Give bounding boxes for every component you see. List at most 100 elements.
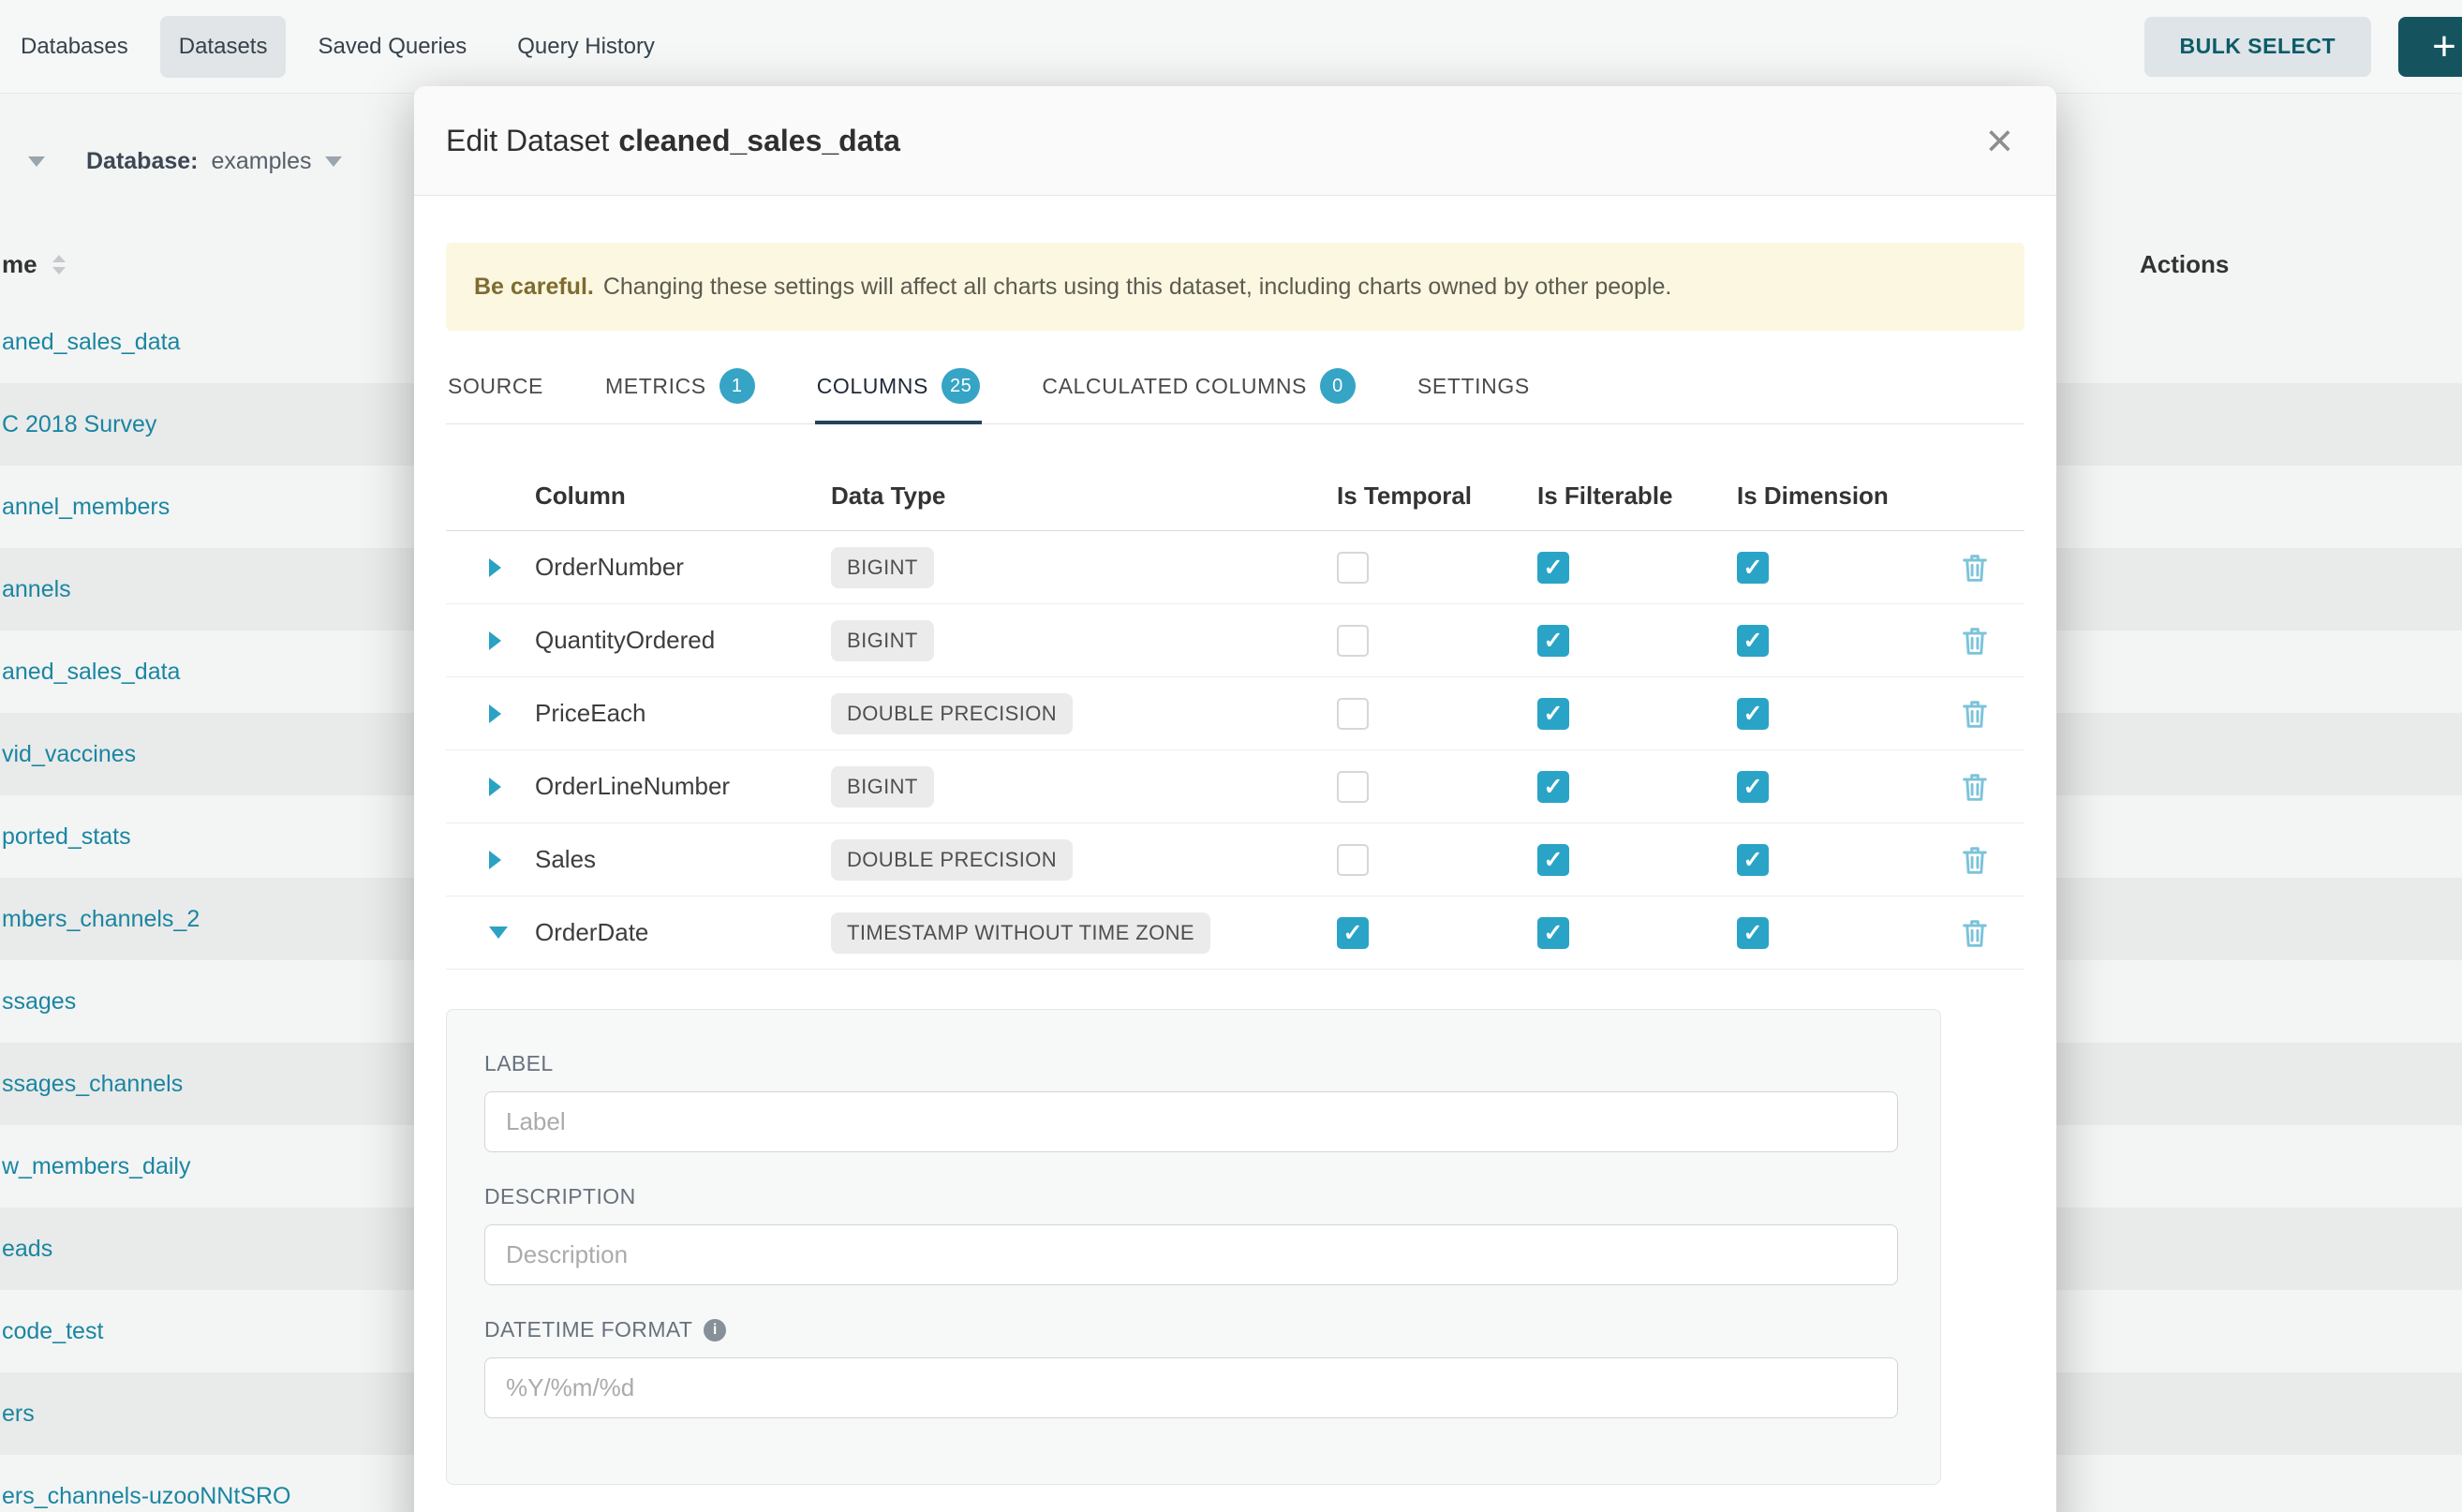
- column-header-is-temporal: Is Temporal: [1337, 482, 1537, 511]
- is-dimension-checkbox[interactable]: ✓: [1737, 552, 1769, 584]
- is-temporal-checkbox[interactable]: [1337, 698, 1369, 730]
- dataset-name-link[interactable]: vid_vaccines: [2, 741, 136, 768]
- datetime-format-input[interactable]: [484, 1357, 1898, 1418]
- bulk-select-button[interactable]: BULK SELECT: [2144, 17, 2372, 77]
- column-row-orderlinenumber: OrderLineNumberBIGINT✓✓: [446, 750, 2024, 823]
- tab-label: SETTINGS: [1417, 374, 1530, 399]
- delete-column-icon[interactable]: [1960, 916, 1990, 950]
- is-temporal-checkbox[interactable]: ✓: [1337, 917, 1369, 949]
- add-dataset-button[interactable]: +: [2398, 17, 2462, 77]
- is-dimension-checkbox[interactable]: ✓: [1737, 771, 1769, 803]
- collapse-caret-icon[interactable]: [489, 926, 508, 939]
- column-header-is-dimension: Is Dimension: [1737, 482, 1924, 511]
- column-name: OrderNumber: [535, 553, 831, 582]
- modal-title-prefix: Edit Dataset: [446, 124, 609, 157]
- dataset-name-link[interactable]: annel_members: [2, 494, 170, 521]
- expand-caret-icon[interactable]: [489, 851, 501, 869]
- nav-tab-datasets[interactable]: Datasets: [160, 16, 287, 78]
- database-filter-value[interactable]: examples: [212, 148, 312, 175]
- delete-column-icon[interactable]: [1960, 697, 1990, 731]
- is-filterable-checkbox[interactable]: ✓: [1537, 844, 1569, 876]
- dataset-name-link[interactable]: ers: [2, 1401, 35, 1428]
- sort-icon[interactable]: [52, 255, 66, 274]
- tab-count-badge: 25: [942, 368, 980, 404]
- expand-caret-icon[interactable]: [489, 631, 501, 650]
- modal-header: Edit Datasetcleaned_sales_data ×: [414, 86, 2056, 196]
- close-icon[interactable]: ×: [1986, 117, 2013, 164]
- is-dimension-checkbox[interactable]: ✓: [1737, 625, 1769, 657]
- field-label: LABEL: [484, 1051, 1903, 1152]
- is-temporal-checkbox[interactable]: [1337, 625, 1369, 657]
- field-label: DATETIME FORMATi: [484, 1317, 1903, 1342]
- data-type-pill: TIMESTAMP WITHOUT TIME ZONE: [831, 912, 1210, 954]
- dataset-name-link[interactable]: ers_channels-uzooNNtSRO: [2, 1483, 290, 1510]
- dataset-name-link[interactable]: code_test: [2, 1318, 103, 1345]
- is-dimension-checkbox[interactable]: ✓: [1737, 917, 1769, 949]
- delete-column-icon[interactable]: [1960, 624, 1990, 658]
- modal-tab-columns[interactable]: COLUMNS25: [815, 355, 983, 424]
- label-input[interactable]: [484, 1091, 1898, 1152]
- chevron-down-icon[interactable]: [325, 156, 342, 167]
- is-temporal-checkbox[interactable]: [1337, 552, 1369, 584]
- dataset-name-link[interactable]: aned_sales_data: [2, 329, 180, 356]
- expand-caret-icon[interactable]: [489, 558, 501, 577]
- is-filterable-checkbox[interactable]: ✓: [1537, 917, 1569, 949]
- columns-table-header: ColumnData TypeIs TemporalIs FilterableI…: [446, 462, 2024, 531]
- edit-dataset-modal: Edit Datasetcleaned_sales_data × Be care…: [414, 86, 2056, 1512]
- dataset-name-link[interactable]: ssages: [2, 988, 76, 1015]
- is-dimension-checkbox[interactable]: ✓: [1737, 698, 1769, 730]
- delete-column-icon[interactable]: [1960, 843, 1990, 877]
- nav-tab-databases[interactable]: Databases: [2, 16, 147, 78]
- column-name: QuantityOrdered: [535, 626, 831, 655]
- column-name: Sales: [535, 845, 831, 874]
- data-type-pill: DOUBLE PRECISION: [831, 839, 1073, 881]
- is-filterable-checkbox[interactable]: ✓: [1537, 698, 1569, 730]
- column-name: OrderLineNumber: [535, 772, 831, 801]
- delete-column-icon[interactable]: [1960, 770, 1990, 804]
- dataset-name-link[interactable]: eads: [2, 1236, 52, 1263]
- modal-tab-source[interactable]: SOURCE: [446, 355, 545, 424]
- column-row-ordernumber: OrderNumberBIGINT✓✓: [446, 531, 2024, 604]
- dataset-name-link[interactable]: w_members_daily: [2, 1153, 190, 1180]
- column-row-sales: SalesDOUBLE PRECISION ✓ ✓: [446, 823, 2024, 897]
- column-header-data-type: Data Type: [831, 482, 1337, 511]
- modal-tab-settings[interactable]: SETTINGS: [1416, 355, 1532, 424]
- dataset-name-link[interactable]: ssages_channels: [2, 1071, 183, 1098]
- is-filterable-checkbox[interactable]: ✓: [1537, 625, 1569, 657]
- column-detail-panel: LABEL DESCRIPTION DATETIME FORMATi: [446, 1009, 1941, 1485]
- dataset-name-link[interactable]: mbers_channels_2: [2, 906, 200, 933]
- is-dimension-checkbox[interactable]: ✓: [1737, 844, 1769, 876]
- expand-caret-icon[interactable]: [489, 704, 501, 723]
- actions-column-header: Actions: [2140, 250, 2229, 279]
- modal-tabs: SOURCE METRICS1 COLUMNS25 CALCULATED COLUMN…: [446, 355, 2024, 424]
- delete-column-icon[interactable]: [1960, 551, 1990, 585]
- column-row-quantityordered: QuantityOrderedBIGINT✓✓: [446, 604, 2024, 677]
- is-temporal-checkbox[interactable]: [1337, 771, 1369, 803]
- modal-tab-metrics[interactable]: METRICS1: [603, 355, 757, 424]
- nav-tab-query-history[interactable]: Query History: [498, 16, 674, 78]
- info-icon: i: [704, 1319, 726, 1342]
- description-input[interactable]: [484, 1224, 1898, 1285]
- chevron-down-icon[interactable]: [28, 156, 45, 167]
- warning-bold: Be careful.: [474, 274, 594, 301]
- warning-banner: Be careful. Changing these settings will…: [446, 243, 2024, 331]
- tab-count-badge: 0: [1320, 368, 1356, 404]
- warning-text: Changing these settings will affect all …: [603, 274, 1672, 301]
- dataset-name-link[interactable]: aned_sales_data: [2, 659, 180, 686]
- tab-label: SOURCE: [448, 374, 543, 399]
- name-column-header[interactable]: me: [2, 250, 37, 279]
- nav-tab-saved-queries[interactable]: Saved Queries: [299, 16, 485, 78]
- is-filterable-checkbox[interactable]: ✓: [1537, 552, 1569, 584]
- expand-caret-icon[interactable]: [489, 778, 501, 796]
- is-temporal-checkbox[interactable]: [1337, 844, 1369, 876]
- is-filterable-checkbox[interactable]: ✓: [1537, 771, 1569, 803]
- dataset-name-link[interactable]: annels: [2, 576, 71, 603]
- top-nav: DatabasesDatasetsSaved QueriesQuery Hist…: [0, 0, 2462, 94]
- dataset-name-link[interactable]: C 2018 Survey: [2, 411, 156, 438]
- nav-actions: BULK SELECT +: [2144, 17, 2462, 77]
- column-name: PriceEach: [535, 699, 831, 728]
- field-description: DESCRIPTION: [484, 1184, 1903, 1285]
- modal-tab-calculated-columns[interactable]: CALCULATED COLUMNS0: [1040, 355, 1357, 424]
- dataset-name-link[interactable]: ported_stats: [2, 823, 131, 851]
- column-header-column: Column: [535, 482, 831, 511]
